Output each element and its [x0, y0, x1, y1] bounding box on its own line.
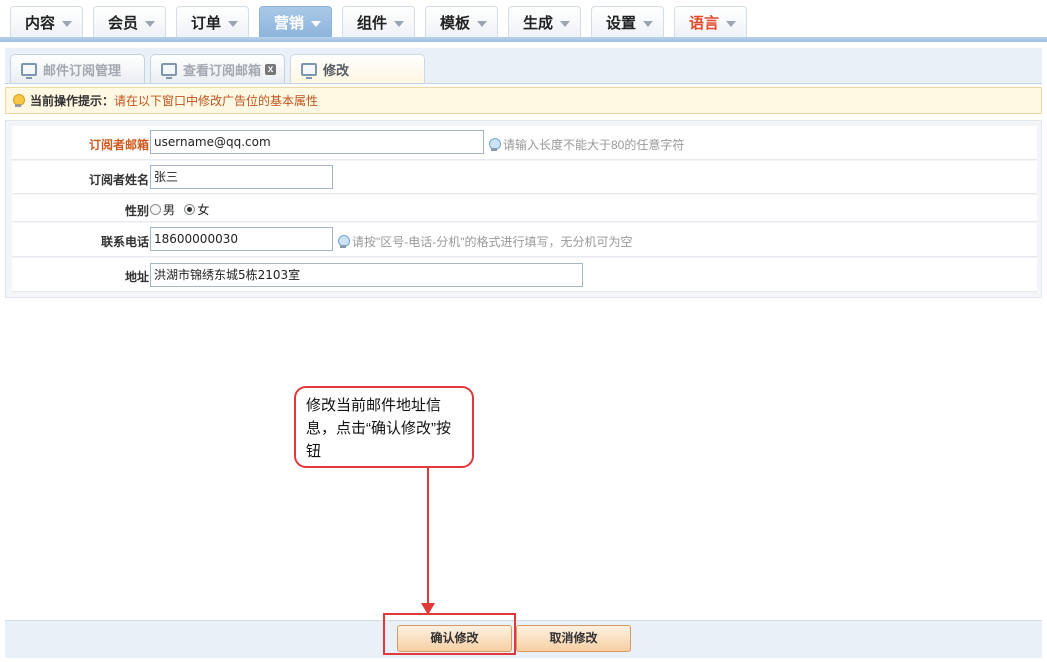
- gender-radio-male[interactable]: [150, 204, 161, 215]
- tab-subscription-manage[interactable]: 邮件订阅管理: [10, 54, 145, 83]
- nav-item-settings[interactable]: 设置: [591, 6, 664, 38]
- monitor-icon: [161, 62, 177, 79]
- nav-item-language[interactable]: 语言: [674, 6, 747, 38]
- sub-tab-bar: 邮件订阅管理 查看订阅邮箱 x 修改: [5, 48, 1042, 84]
- email-row: 订阅者邮箱 username@qq.com 请输入长度不能大于80的任意字符: [12, 126, 1037, 160]
- phone-label: 联系电话: [100, 235, 149, 249]
- operation-hint: 当前操作提示： 请在以下窗口中修改广告位的基本属性: [5, 87, 1042, 114]
- nav-label: 内容: [25, 15, 56, 32]
- close-icon[interactable]: x: [265, 64, 276, 75]
- edit-form: 订阅者邮箱 username@qq.com 请输入长度不能大于80的任意字符 订…: [5, 120, 1042, 298]
- chevron-down-icon: [311, 21, 321, 27]
- chevron-down-icon: [726, 21, 736, 27]
- monitor-icon: [21, 62, 37, 79]
- lightbulb-icon: [12, 93, 25, 108]
- email-field[interactable]: username@qq.com: [150, 130, 484, 154]
- nav-label: 设置: [606, 15, 637, 32]
- gender-row: 性别 男 女: [12, 195, 1037, 222]
- nav-underline: [0, 37, 1047, 42]
- tab-view-emails[interactable]: 查看订阅邮箱 x: [150, 54, 285, 83]
- email-tip-text: 请输入长度不能大于80的任意字符: [503, 138, 685, 152]
- nav-item-members[interactable]: 会员: [93, 6, 166, 38]
- gender-label: 性别: [124, 204, 149, 218]
- chevron-down-icon: [560, 21, 570, 27]
- nav-label: 生成: [523, 15, 554, 32]
- nav-label: 组件: [357, 15, 388, 32]
- chevron-down-icon: [394, 21, 404, 27]
- annotation-callout: 修改当前邮件地址信息，点击“确认修改”按钮: [294, 386, 474, 468]
- gender-option-label: 男: [163, 203, 176, 217]
- name-field[interactable]: 张三: [150, 165, 333, 189]
- annotation-highlight-box: [383, 613, 516, 655]
- phone-row: 联系电话 18600000030 请按"区号-电话-分机"的格式进行填写，无分机…: [12, 223, 1037, 257]
- name-row: 订阅者姓名 张三: [12, 161, 1037, 194]
- email-label: 订阅者邮箱: [88, 138, 149, 152]
- tab-label: 修改: [323, 62, 350, 78]
- chevron-down-icon: [643, 21, 653, 27]
- email-tip: 请输入长度不能大于80的任意字符: [488, 136, 684, 153]
- cancel-edit-button[interactable]: 取消修改: [516, 625, 631, 652]
- chevron-down-icon: [477, 21, 487, 27]
- nav-item-templates[interactable]: 模板: [425, 6, 498, 38]
- gender-options: 男 女: [150, 201, 215, 218]
- nav-item-marketing[interactable]: 营销: [259, 6, 332, 38]
- tab-edit[interactable]: 修改: [290, 54, 425, 83]
- monitor-icon: [301, 62, 317, 79]
- name-label: 订阅者姓名: [88, 173, 149, 187]
- nav-label: 语言: [689, 15, 720, 32]
- nav-label: 订单: [191, 15, 222, 32]
- address-row: 地址 洪湖市锦绣东城5栋2103室: [12, 258, 1037, 292]
- nav-item-generate[interactable]: 生成: [508, 6, 581, 38]
- nav-item-orders[interactable]: 订单: [176, 6, 249, 38]
- top-nav: 内容 会员 订单 营销 组件 模板 生成 设置 语言: [0, 0, 1047, 42]
- nav-item-content[interactable]: 内容: [10, 6, 83, 38]
- tab-label: 查看订阅邮箱: [183, 62, 262, 78]
- nav-label: 模板: [440, 15, 471, 32]
- chevron-down-icon: [145, 21, 155, 27]
- address-field[interactable]: 洪湖市锦绣东城5栋2103室: [150, 263, 583, 287]
- chevron-down-icon: [228, 21, 238, 27]
- phone-field[interactable]: 18600000030: [150, 227, 333, 251]
- hint-label: 当前操作提示：: [30, 94, 115, 108]
- annotation-text: 修改当前邮件地址信息，点击“确认修改”按钮: [306, 397, 451, 460]
- info-bulb-icon: [337, 234, 350, 249]
- gender-option-label: 女: [197, 203, 210, 217]
- chevron-down-icon: [62, 21, 72, 27]
- info-bulb-icon: [488, 137, 501, 152]
- gender-radio-female[interactable]: [184, 204, 196, 215]
- nav-item-components[interactable]: 组件: [342, 6, 415, 38]
- address-label: 地址: [124, 270, 149, 284]
- nav-label: 营销: [274, 15, 305, 32]
- hint-message: 请在以下窗口中修改广告位的基本属性: [114, 94, 319, 108]
- annotation-arrow-line: [427, 468, 429, 608]
- phone-tip: 请按"区号-电话-分机"的格式进行填写，无分机可为空: [337, 233, 633, 250]
- phone-tip-text: 请按"区号-电话-分机"的格式进行填写，无分机可为空: [352, 235, 633, 249]
- nav-label: 会员: [108, 15, 139, 32]
- tab-label: 邮件订阅管理: [43, 62, 122, 78]
